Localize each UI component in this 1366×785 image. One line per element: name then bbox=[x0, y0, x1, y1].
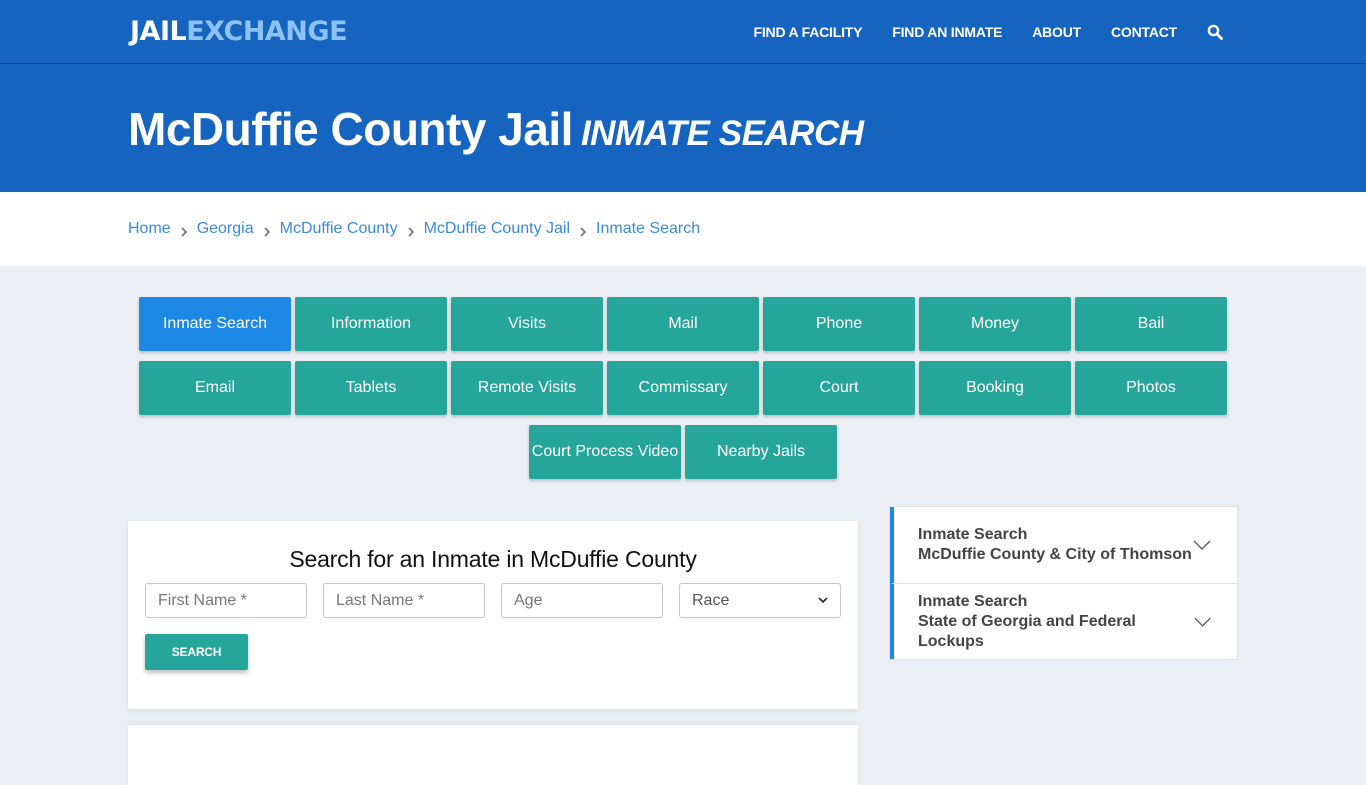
chevron-right-icon bbox=[407, 224, 415, 237]
accordion-line1: Inmate Search bbox=[918, 526, 1028, 543]
tile-inmate-search[interactable]: Inmate Search bbox=[139, 297, 291, 351]
search-icon[interactable] bbox=[1207, 24, 1223, 40]
tile-mail[interactable]: Mail bbox=[607, 297, 759, 351]
nav-find-a-facility[interactable]: FIND A FACILITY bbox=[754, 24, 863, 40]
tile-photos[interactable]: Photos bbox=[1075, 361, 1227, 415]
accordion-line2: State of Georgia and Federal Lockups bbox=[918, 612, 1136, 650]
breadcrumb: Home Georgia McDuffie County McDuffie Co… bbox=[0, 192, 1366, 266]
tile-phone[interactable]: Phone bbox=[763, 297, 915, 351]
tile-row-3: Court Process Video Nearby Jails bbox=[139, 425, 1227, 479]
tile-tablets[interactable]: Tablets bbox=[295, 361, 447, 415]
chevron-down-icon bbox=[1194, 617, 1211, 627]
breadcrumb-current[interactable]: Inmate Search bbox=[596, 220, 700, 238]
page-title: McDuffie County Jail INMATE SEARCH bbox=[128, 64, 864, 156]
tile-bail[interactable]: Bail bbox=[1075, 297, 1227, 351]
age-input[interactable] bbox=[501, 583, 663, 618]
tile-nearby-jails[interactable]: Nearby Jails bbox=[685, 425, 837, 479]
section-tiles: Inmate Search Information Visits Mail Ph… bbox=[139, 297, 1227, 489]
accordion-title: Inmate Search State of Georgia and Feder… bbox=[918, 592, 1194, 652]
race-select[interactable]: Race bbox=[679, 583, 841, 618]
nav-find-an-inmate[interactable]: FIND AN INMATE bbox=[892, 24, 1002, 40]
site-logo[interactable]: JAILEXCHANGE bbox=[130, 16, 348, 47]
tile-row-1: Inmate Search Information Visits Mail Ph… bbox=[139, 297, 1227, 351]
chevron-down-icon bbox=[1193, 540, 1211, 550]
hero-banner: McDuffie County Jail INMATE SEARCH bbox=[0, 64, 1366, 192]
tile-information[interactable]: Information bbox=[295, 297, 447, 351]
last-name-input[interactable] bbox=[323, 583, 485, 618]
breadcrumb-georgia[interactable]: Georgia bbox=[197, 220, 254, 238]
search-fields: Race bbox=[128, 583, 858, 618]
tile-court-process-video[interactable]: Court Process Video bbox=[529, 425, 681, 479]
logo-exchange: EXCHANGE bbox=[186, 16, 348, 47]
tile-visits[interactable]: Visits bbox=[451, 297, 603, 351]
accordion-line1: Inmate Search bbox=[918, 592, 1028, 610]
page-title-subtitle: INMATE SEARCH bbox=[580, 114, 864, 153]
first-name-input[interactable] bbox=[145, 583, 307, 618]
top-navbar: JAILEXCHANGE FIND A FACILITY FIND AN INM… bbox=[0, 0, 1366, 64]
content-card bbox=[128, 725, 858, 785]
chevron-right-icon bbox=[180, 224, 188, 237]
accordion-line2: McDuffie County & City of Thomson bbox=[918, 546, 1192, 563]
breadcrumb-home[interactable]: Home bbox=[128, 220, 171, 238]
tile-money[interactable]: Money bbox=[919, 297, 1071, 351]
nav-contact[interactable]: CONTACT bbox=[1111, 24, 1177, 40]
breadcrumb-county[interactable]: McDuffie County bbox=[280, 220, 398, 238]
tile-email[interactable]: Email bbox=[139, 361, 291, 415]
tile-commissary[interactable]: Commissary bbox=[607, 361, 759, 415]
tile-remote-visits[interactable]: Remote Visits bbox=[451, 361, 603, 415]
chevron-right-icon bbox=[263, 224, 271, 237]
tile-row-2: Email Tablets Remote Visits Commissary C… bbox=[139, 361, 1227, 415]
inmate-search-card: Search for an Inmate in McDuffie County … bbox=[128, 521, 858, 709]
race-select-value: Race bbox=[692, 591, 730, 609]
accordion-state-search[interactable]: Inmate Search State of Georgia and Feder… bbox=[890, 583, 1237, 659]
nav-about[interactable]: ABOUT bbox=[1032, 24, 1081, 40]
tile-booking[interactable]: Booking bbox=[919, 361, 1071, 415]
main-nav: FIND A FACILITY FIND AN INMATE ABOUT CON… bbox=[754, 0, 1366, 64]
sidebar-accordion: Inmate Search McDuffie County & City of … bbox=[889, 506, 1238, 660]
accordion-title: Inmate Search McDuffie County & City of … bbox=[918, 525, 1192, 565]
chevron-down-icon bbox=[818, 595, 828, 607]
page-title-facility: McDuffie County Jail bbox=[128, 103, 573, 155]
search-heading: Search for an Inmate in McDuffie County bbox=[289, 546, 697, 572]
breadcrumb-jail[interactable]: McDuffie County Jail bbox=[424, 220, 570, 238]
accordion-county-search[interactable]: Inmate Search McDuffie County & City of … bbox=[890, 507, 1237, 583]
chevron-right-icon bbox=[579, 224, 587, 237]
logo-jail: JAIL bbox=[130, 16, 187, 47]
tile-court[interactable]: Court bbox=[763, 361, 915, 415]
search-button[interactable]: SEARCH bbox=[145, 634, 248, 670]
